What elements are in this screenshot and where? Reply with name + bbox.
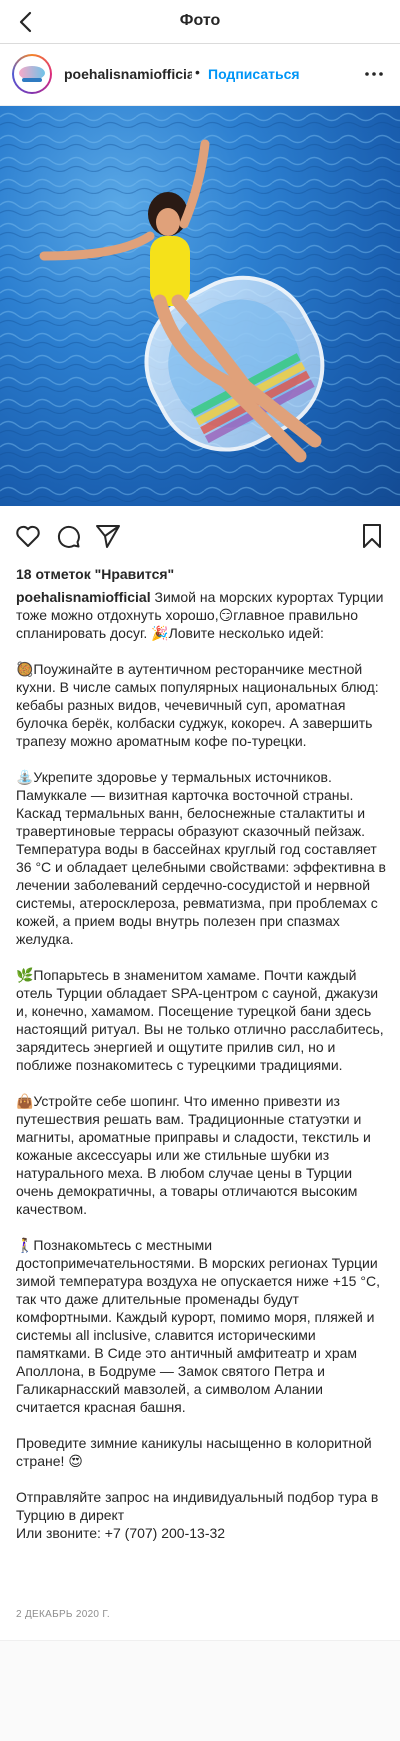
action-bar bbox=[0, 514, 400, 558]
caption-paragraph-shopping: 👜Устройте себе шопинг. Что именно привез… bbox=[16, 1093, 371, 1217]
post-header: poehalisnamiofficial • Подписаться bbox=[0, 44, 400, 106]
paper-plane-icon[interactable] bbox=[94, 522, 122, 550]
post-caption: poehalisnamiofficial Зимой на морских ку… bbox=[16, 588, 386, 1560]
caption-username[interactable]: poehalisnamiofficial bbox=[16, 589, 151, 605]
caption-paragraph-sights: 🚶‍♀️Познакомьтесь с местными достопримеч… bbox=[16, 1237, 380, 1415]
caption-paragraph-closing: Проведите зимние каникулы насыщенно в ко… bbox=[16, 1435, 372, 1469]
caption-paragraph-thermal: ⛲Укрепите здоровье у термальных источник… bbox=[16, 769, 386, 947]
page-footer-area bbox=[0, 1640, 400, 1741]
more-horizontal-icon[interactable] bbox=[362, 64, 386, 84]
caption-paragraph-food: 🥘Поужинайте в аутентичном ресторанчике м… bbox=[16, 661, 379, 749]
comment-icon[interactable] bbox=[54, 522, 82, 550]
photo-illustration bbox=[0, 106, 400, 506]
avatar-logo bbox=[14, 56, 50, 92]
likes-count[interactable]: 18 отметок "Нравится" bbox=[16, 566, 174, 582]
username-link[interactable]: poehalisnamiofficial bbox=[64, 66, 192, 82]
caption-paragraph-contact: Отправляйте запрос на индивидуальный под… bbox=[16, 1488, 386, 1542]
caption-contact-line2: Или звоните: +7 (707) 200-13-32 bbox=[16, 1525, 226, 1541]
page-title: Фото bbox=[179, 12, 221, 29]
post-photo[interactable] bbox=[0, 106, 400, 506]
bookmark-icon[interactable] bbox=[358, 522, 386, 550]
separator-dot: • bbox=[195, 64, 200, 80]
heart-icon[interactable] bbox=[14, 522, 42, 550]
caption-intro: poehalisnamiofficial Зимой на морских ку… bbox=[16, 588, 386, 642]
caption-paragraph-hammam: 🌿Попарьтесь в знаменитом хамаме. Почти к… bbox=[16, 967, 384, 1073]
follow-button[interactable]: Подписаться bbox=[208, 66, 300, 82]
caption-contact-line1: Отправляйте запрос на индивидуальный под… bbox=[16, 1489, 379, 1523]
avatar[interactable] bbox=[12, 54, 52, 94]
post-date[interactable]: 2 декабрь 2020 г. bbox=[16, 1609, 110, 1620]
top-bar: Фото bbox=[0, 0, 400, 44]
